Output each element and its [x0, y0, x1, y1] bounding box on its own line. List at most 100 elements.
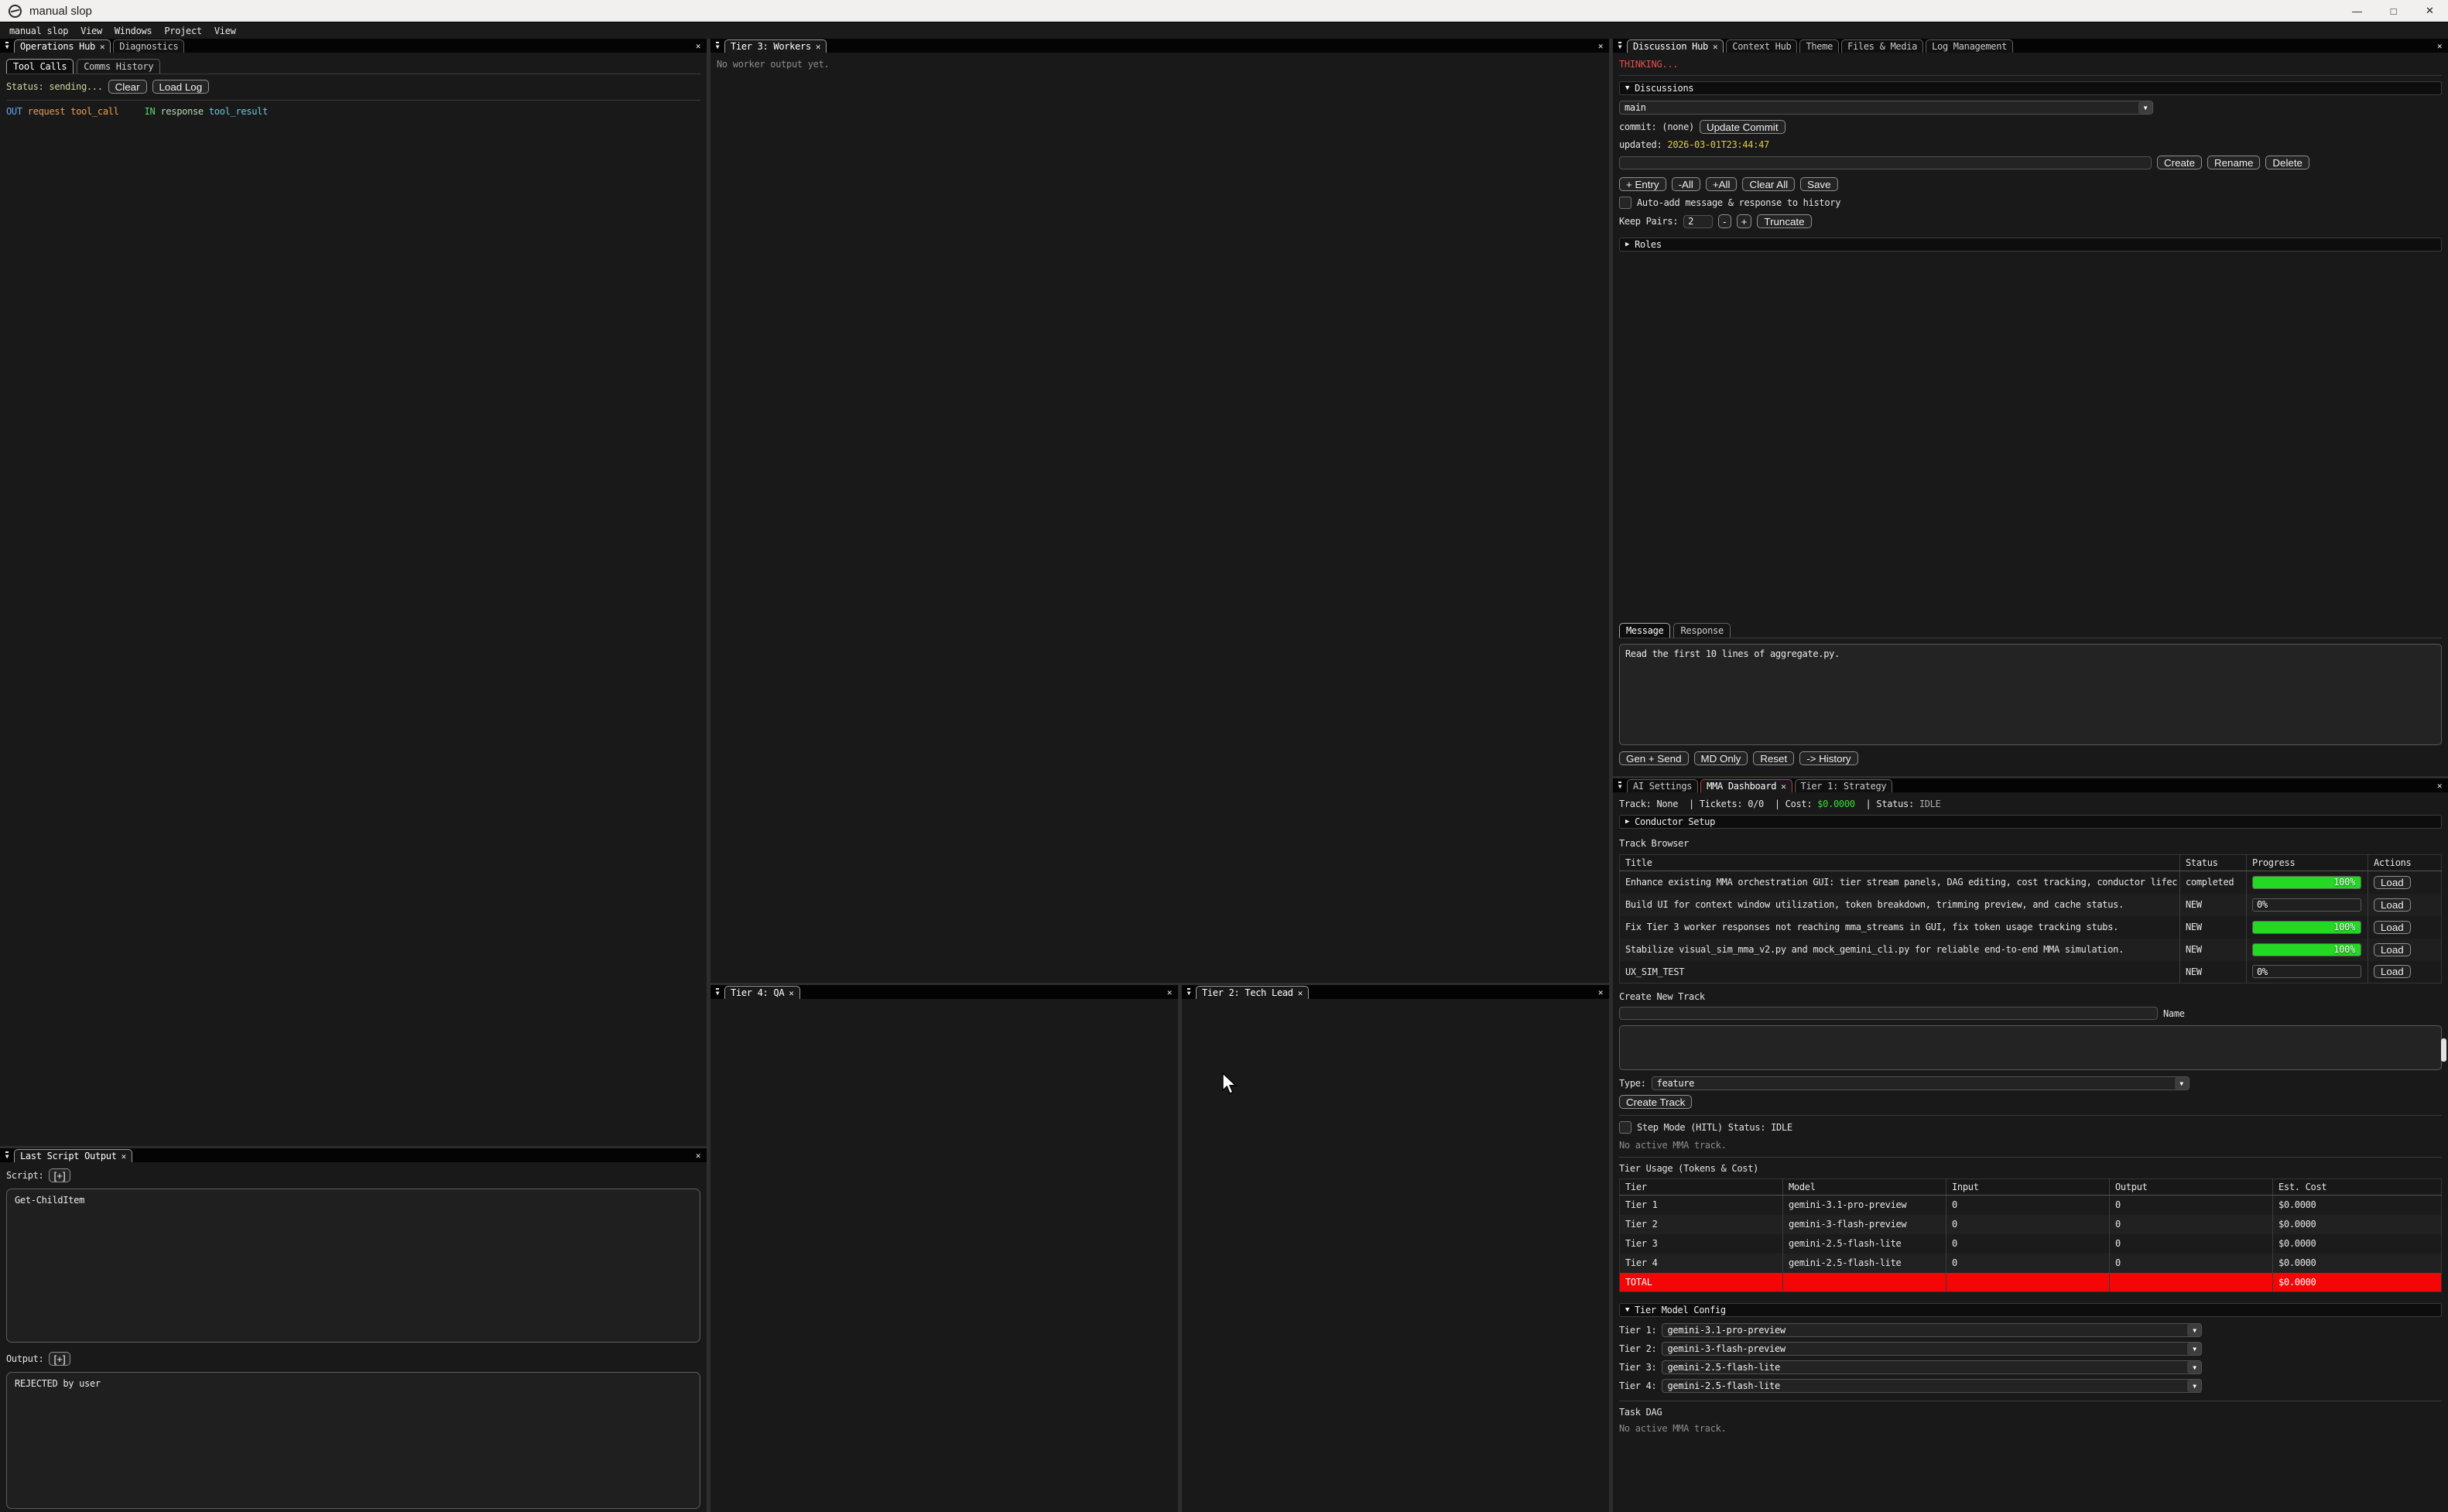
collapse-button[interactable]: ▼	[1613, 778, 1627, 792]
conductor-setup-header[interactable]: ▶ Conductor Setup	[1619, 815, 2442, 829]
track-type-combo[interactable]: feature ▼	[1652, 1076, 2190, 1090]
load-track-button[interactable]: Load	[2374, 921, 2411, 934]
track-description-textarea[interactable]	[1619, 1025, 2442, 1070]
panel-close-icon[interactable]: ✕	[690, 1148, 707, 1162]
plus-all-button[interactable]: +All	[1706, 177, 1738, 191]
track-name-input[interactable]	[1619, 1007, 2158, 1020]
tab-context-hub[interactable]: Context Hub	[1726, 39, 1797, 53]
roles-header[interactable]: ▶ Roles	[1619, 238, 2442, 251]
tier1-model-combo[interactable]: gemini-3.1-pro-preview ▼	[1662, 1323, 2202, 1337]
load-track-button[interactable]: Load	[2374, 876, 2411, 889]
scrollbar-thumb[interactable]	[2441, 1038, 2446, 1062]
tier4-label: Tier 4:	[1619, 1380, 1656, 1391]
panel-close-icon[interactable]: ✕	[2431, 39, 2448, 53]
close-button[interactable]: ✕	[2412, 0, 2448, 22]
menu-view-1[interactable]: View	[74, 26, 108, 36]
tab-diagnostics[interactable]: Diagnostics	[113, 39, 184, 53]
track-title: UX_SIM_TEST	[1620, 961, 2180, 983]
commit-label: commit: (none)	[1619, 121, 1694, 132]
track-browser-table: Title Status Progress Actions Enhance ex…	[1619, 854, 2442, 983]
tab-log-management[interactable]: Log Management	[1926, 39, 2013, 53]
tab-tier4-qa[interactable]: Tier 4: QA ✕	[724, 986, 800, 999]
auto-add-checkbox[interactable]	[1619, 197, 1631, 209]
panel-discussion-hub: ▼ Discussion Hub ✕ Context Hub Theme Fil…	[1613, 39, 2448, 776]
tab-last-script-output[interactable]: Last Script Output ✕	[14, 1149, 132, 1162]
collapse-button[interactable]: ▼	[710, 39, 724, 53]
menu-view-2[interactable]: View	[208, 26, 242, 36]
discussion-name-input[interactable]	[1619, 156, 2152, 169]
menu-manual-slop[interactable]: manual slop	[3, 26, 74, 36]
load-track-button[interactable]: Load	[2374, 943, 2411, 956]
gen-send-button[interactable]: Gen + Send	[1619, 751, 1689, 765]
clear-button[interactable]: Clear	[108, 80, 147, 94]
keep-pairs-increment-button[interactable]: +	[1737, 214, 1752, 228]
output-expand-button[interactable]: [+]	[49, 1352, 70, 1366]
tab-response[interactable]: Response	[1673, 623, 1730, 638]
discussions-header[interactable]: ▼ Discussions	[1619, 81, 2442, 95]
tab-tier2-tech-lead[interactable]: Tier 2: Tech Lead ✕	[1196, 986, 1309, 999]
discussion-select-combo[interactable]: main ▼	[1619, 101, 2153, 115]
tier2-model-combo[interactable]: gemini-3-flash-preview ▼	[1662, 1342, 2202, 1356]
create-track-button[interactable]: Create Track	[1619, 1095, 1692, 1109]
output-content-box[interactable]: REJECTED by user	[6, 1372, 700, 1509]
tab-tier3-workers[interactable]: Tier 3: Workers ✕	[724, 39, 827, 53]
tab-comms-history[interactable]: Comms History	[77, 59, 160, 74]
md-only-button[interactable]: MD Only	[1694, 751, 1748, 765]
menu-windows[interactable]: Windows	[108, 26, 158, 36]
tab-mma-dashboard[interactable]: MMA Dashboard ✕	[1700, 779, 1792, 792]
to-history-button[interactable]: -> History	[1799, 751, 1857, 765]
track-browser-label: Track Browser	[1619, 838, 2442, 849]
panel-close-icon[interactable]: ✕	[1161, 985, 1178, 999]
window-controls: — □ ✕	[2339, 0, 2448, 22]
tab-close-icon[interactable]: ✕	[816, 42, 820, 52]
collapse-button[interactable]: ▼	[710, 985, 724, 999]
tab-operations-hub[interactable]: Operations Hub ✕	[14, 39, 111, 53]
truncate-button[interactable]: Truncate	[1757, 214, 1811, 228]
tab-discussion-hub[interactable]: Discussion Hub ✕	[1627, 39, 1724, 53]
tab-tool-calls[interactable]: Tool Calls	[6, 59, 74, 74]
tab-message[interactable]: Message	[1619, 623, 1670, 638]
delete-button[interactable]: Delete	[2265, 156, 2309, 169]
tier4-model-combo[interactable]: gemini-2.5-flash-lite ▼	[1662, 1379, 2202, 1393]
add-entry-button[interactable]: + Entry	[1619, 177, 1666, 191]
message-textarea[interactable]: Read the first 10 lines of aggregate.py.	[1619, 644, 2442, 745]
tab-close-icon[interactable]: ✕	[1713, 42, 1717, 52]
collapse-button[interactable]: ▼	[1613, 39, 1627, 53]
tab-close-icon[interactable]: ✕	[1298, 988, 1303, 998]
tab-close-icon[interactable]: ✕	[1781, 782, 1785, 792]
clear-all-button[interactable]: Clear All	[1742, 177, 1795, 191]
tab-ai-settings[interactable]: AI Settings	[1627, 779, 1698, 792]
tab-tier1-strategy[interactable]: Tier 1: Strategy	[1795, 779, 1893, 792]
reset-button[interactable]: Reset	[1753, 751, 1794, 765]
collapse-button[interactable]: ▼	[0, 1148, 14, 1162]
panel-close-icon[interactable]: ✕	[1592, 985, 1609, 999]
panel-close-icon[interactable]: ✕	[2431, 778, 2448, 792]
rename-button[interactable]: Rename	[2207, 156, 2260, 169]
tier-model-config-header[interactable]: ▼ Tier Model Config	[1619, 1303, 2442, 1317]
tab-files-media[interactable]: Files & Media	[1841, 39, 1923, 53]
keep-pairs-decrement-button[interactable]: -	[1718, 214, 1731, 228]
minus-all-button[interactable]: -All	[1672, 177, 1700, 191]
tier3-model-combo[interactable]: gemini-2.5-flash-lite ▼	[1662, 1360, 2202, 1374]
collapse-button[interactable]: ▼	[0, 39, 14, 53]
tab-close-icon[interactable]: ✕	[789, 988, 793, 998]
collapse-button[interactable]: ▼	[1182, 985, 1196, 999]
load-track-button[interactable]: Load	[2374, 898, 2411, 912]
create-button[interactable]: Create	[2157, 156, 2202, 169]
menu-project[interactable]: Project	[158, 26, 207, 36]
maximize-button[interactable]: □	[2375, 0, 2412, 22]
load-log-button[interactable]: Load Log	[152, 80, 210, 94]
save-button[interactable]: Save	[1800, 177, 1837, 191]
panel-close-icon[interactable]: ✕	[1592, 39, 1609, 53]
tab-close-icon[interactable]: ✕	[100, 42, 104, 52]
update-commit-button[interactable]: Update Commit	[1700, 120, 1785, 134]
tab-close-icon[interactable]: ✕	[122, 1151, 126, 1161]
step-mode-checkbox[interactable]	[1619, 1121, 1631, 1134]
panel-close-icon[interactable]: ✕	[690, 39, 707, 53]
load-track-button[interactable]: Load	[2374, 965, 2411, 978]
script-content-box[interactable]: Get-ChildItem	[6, 1189, 700, 1343]
script-expand-button[interactable]: [+]	[49, 1168, 70, 1182]
keep-pairs-input[interactable]: 2	[1683, 215, 1713, 228]
tab-theme[interactable]: Theme	[1799, 39, 1839, 53]
minimize-button[interactable]: —	[2339, 0, 2375, 22]
